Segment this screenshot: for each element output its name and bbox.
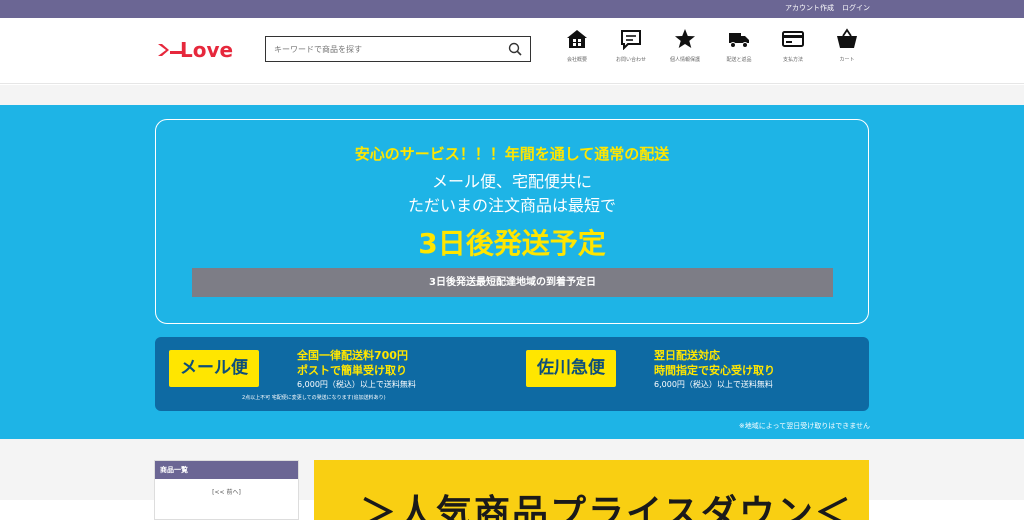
nav-payment[interactable]: 支払方法 xyxy=(766,28,820,63)
login-link[interactable]: ログイン xyxy=(842,3,870,13)
sidebar-heading: 商品一覧 xyxy=(155,461,298,479)
mail-free-shipping: 6,000円（税込）以上で送料無料 xyxy=(297,380,416,389)
nav-contact[interactable]: お問い合わせ xyxy=(604,28,658,63)
sagawa-title-2: 時間指定で安心受け取り xyxy=(654,364,775,377)
mail-note: 2点以上不可 宅配便に変更しての発送になります(追加送料あり) xyxy=(242,395,386,401)
chat-icon xyxy=(621,30,641,50)
search-box xyxy=(265,36,531,62)
content-area: 商品一覧 [<< 前へ] ＞人気商品プライスダウン＜ xyxy=(0,439,1024,520)
truck-icon xyxy=(729,33,749,48)
shipping-methods: メール便 全国一律配送料700円 ポストで簡単受け取り 6,000円（税込）以上… xyxy=(155,337,869,411)
delivery-footnote: ※地域によって翌日受け取りはできません xyxy=(738,422,870,430)
sagawa-title-1: 翌日配送対応 xyxy=(654,349,720,362)
price-down-banner[interactable]: ＞人気商品プライスダウン＜ xyxy=(314,460,869,520)
promo-box: 安心のサービス！！！年間を通して通常の配送 メール便、宅配便共に ただいまの注文… xyxy=(155,119,869,324)
account-links: アカウント作成 ログイン xyxy=(785,3,870,13)
nav-shipping[interactable]: 配送と返品 xyxy=(712,28,766,63)
nav-company[interactable]: 会社概要 xyxy=(550,28,604,63)
credit-card-icon xyxy=(782,31,804,47)
search-icon[interactable] xyxy=(508,42,522,56)
nav-label: 支払方法 xyxy=(782,57,803,63)
sagawa-free-shipping: 6,000円（税込）以上で送料無料 xyxy=(654,380,773,389)
create-account-link[interactable]: アカウント作成 xyxy=(785,3,834,13)
delivery-date-bar: 3日後発送最短配達地域の到着予定日 xyxy=(192,268,833,297)
shipping-banner: 安心のサービス！！！年間を通して通常の配送 メール便、宅配便共に ただいまの注文… xyxy=(0,105,1024,439)
nav-label: カート xyxy=(839,57,855,63)
nav-label: 配送と返品 xyxy=(726,57,752,63)
promo-headline: 3日後発送予定 xyxy=(418,227,606,260)
product-sidebar: 商品一覧 [<< 前へ] xyxy=(154,460,299,520)
home-icon xyxy=(567,30,587,48)
svg-text:Love: Love xyxy=(180,38,233,62)
header-spacer xyxy=(0,85,1024,105)
nav-cart[interactable]: カート xyxy=(820,28,874,63)
header-nav: 会社概要 お問い合わせ 個人情報保護 配送と返品 支払方法 カート xyxy=(550,28,874,63)
mail-title-1: 全国一律配送料700円 xyxy=(297,349,408,362)
prev-page-link[interactable]: [<< 前へ] xyxy=(155,487,298,496)
love-logo[interactable]: Love xyxy=(158,38,236,62)
sagawa-badge: 佐川急便 xyxy=(526,350,616,387)
nav-label: 会社概要 xyxy=(566,57,587,63)
header: Love 会社概要 お問い合わせ xyxy=(0,18,1024,84)
promo-line-3: ただいまの注文商品は最短で xyxy=(407,196,616,215)
mail-badge: メール便 xyxy=(169,350,259,387)
search-input[interactable] xyxy=(266,37,502,61)
nav-privacy[interactable]: 個人情報保護 xyxy=(658,28,712,63)
top-bar: アカウント作成 ログイン xyxy=(0,0,1024,18)
mail-title-2: ポストで簡単受け取り xyxy=(297,364,407,377)
nav-label: 個人情報保護 xyxy=(669,57,700,63)
cart-icon xyxy=(837,28,857,48)
price-down-text: ＞人気商品プライスダウン＜ xyxy=(360,493,853,520)
promo-line-1: 安心のサービス！！！年間を通して通常の配送 xyxy=(354,145,670,163)
star-icon xyxy=(675,29,695,48)
promo-line-2: メール便、宅配便共に xyxy=(431,172,592,191)
nav-label: お問い合わせ xyxy=(615,57,646,63)
